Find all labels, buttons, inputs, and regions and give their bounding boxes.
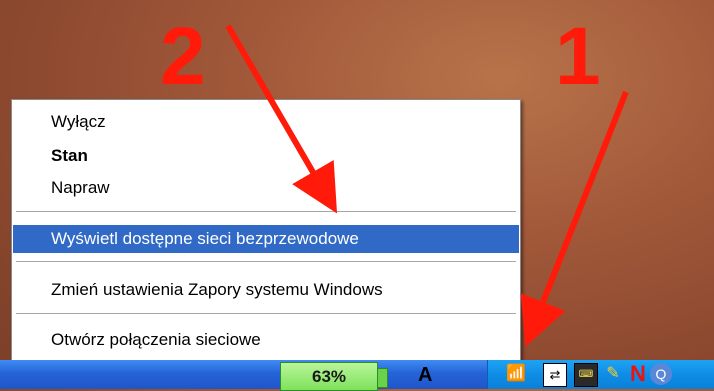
annotation-arrows <box>225 24 629 347</box>
arrow-to-wireless-tray-icon <box>520 90 629 347</box>
arrow-to-view-wireless-networks <box>225 24 338 214</box>
